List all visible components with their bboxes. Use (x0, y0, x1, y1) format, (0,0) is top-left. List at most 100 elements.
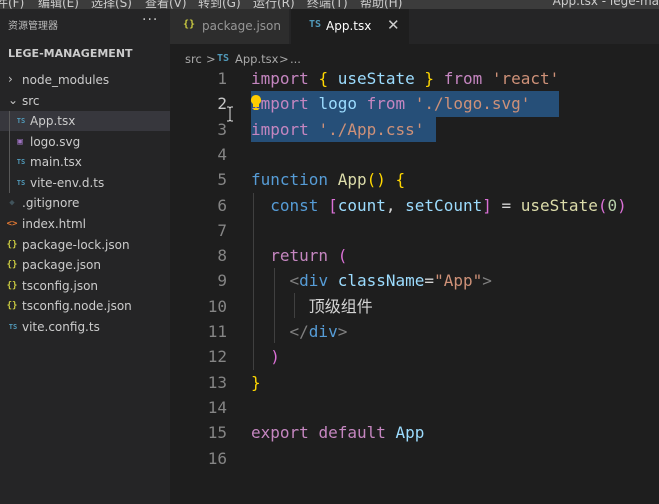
html-icon: <> (6, 219, 18, 229)
line-number: 8 (217, 246, 227, 266)
typescript-icon: TS (217, 53, 230, 64)
line-number: 3 (217, 119, 227, 139)
tree-item[interactable]: › node_modules (0, 70, 170, 90)
typescript-icon: TS (16, 158, 26, 166)
line-number: 6 (217, 195, 227, 215)
tree-item[interactable]: ▣ logo.svg (0, 132, 170, 152)
code-token: ) (270, 347, 280, 367)
code-token: const (270, 195, 319, 215)
line-number: 2 (217, 94, 227, 114)
tree-item-label: node_modules (22, 73, 110, 87)
code-text: import { useState } from 'react' (251, 66, 559, 91)
window-title: App.tsx - lege-ma (552, 0, 659, 8)
tree-item-label: tsconfig.json (22, 279, 99, 293)
svg-file-icon: ▣ (17, 137, 23, 147)
chevron-right-icon: > (279, 52, 289, 66)
lightbulb-icon[interactable] (249, 94, 263, 112)
tree-item[interactable]: ◆ .gitignore (0, 193, 170, 213)
tree-item[interactable]: TS vite.config.ts (0, 317, 170, 337)
tab-package-json[interactable]: {} package.json (170, 9, 289, 44)
menu-edit[interactable]: 编辑(E) (38, 0, 79, 9)
code-token: count (337, 195, 386, 215)
code-text: return ( (251, 243, 347, 268)
tree-item[interactable]: TS main.tsx (0, 152, 170, 172)
menu-help[interactable]: 帮助(H) (360, 0, 402, 9)
menu-run[interactable]: 运行(R) (253, 0, 295, 9)
tree-item[interactable]: ⌄ src (0, 91, 170, 111)
close-icon[interactable]: ✕ (387, 16, 400, 34)
code-text: const [count, setCount] = useState(0) (251, 193, 626, 218)
code-token: default (318, 423, 386, 443)
project-header[interactable]: LEGE-MANAGEMENT (0, 43, 170, 63)
json-icon: {} (6, 260, 18, 270)
tree-item[interactable]: {} package.json (0, 255, 170, 275)
breadcrumb: src > TS App.tsx > ... (170, 44, 659, 66)
tree-item[interactable]: TS vite-env.d.ts (0, 173, 170, 193)
explorer-title: 资源管理器 (8, 21, 58, 32)
tree-item-label: .gitignore (22, 196, 80, 210)
json-icon: {} (6, 301, 18, 311)
code-token: { (318, 69, 329, 88)
tree-item[interactable]: <> index.html (0, 214, 170, 234)
code-token: from (366, 94, 406, 114)
typescript-icon: TS (8, 323, 18, 331)
menu-view[interactable]: 查看(V) (145, 0, 187, 9)
code-token: > (337, 322, 348, 341)
tab-app-tsx[interactable]: TS App.tsx ✕ (291, 9, 409, 44)
tree-item[interactable]: {} package-lock.json (0, 235, 170, 255)
menu-terminal[interactable]: 终端(T) (307, 0, 348, 9)
typescript-icon: TS (16, 179, 26, 187)
line-number: 5 (217, 170, 227, 190)
tree-item[interactable]: {} tsconfig.json (0, 276, 170, 296)
breadcrumb-file[interactable]: App.tsx (235, 52, 278, 66)
menu-go[interactable]: 转到(G) (198, 0, 241, 9)
line-number: 16 (207, 448, 227, 468)
more-actions-icon[interactable]: ··· (142, 12, 158, 28)
tree-item-label: App.tsx (30, 114, 76, 128)
code-editor[interactable]: 1 import { useState } from 'react' 2 import… (170, 66, 659, 504)
chevron-right-icon[interactable]: › (8, 72, 13, 86)
code-token: { (395, 170, 406, 190)
line-number: 7 (217, 220, 227, 240)
code-token: import (251, 69, 309, 88)
code-text: ) (251, 344, 280, 369)
code-line: 9 <div className="App"> (170, 268, 659, 293)
code-line: 11 </div> (170, 319, 659, 344)
line-number: 10 (207, 296, 227, 316)
menu-file[interactable]: 件(F) (0, 0, 24, 9)
code-text: } (251, 370, 261, 395)
breadcrumb-folder[interactable]: src (185, 52, 202, 66)
code-token: from (443, 69, 483, 88)
menu-selection[interactable]: 选择(S) (91, 0, 132, 9)
code-token: return (270, 246, 329, 266)
json-icon: {} (6, 240, 18, 250)
code-text: export default App (251, 420, 424, 445)
code-line: 14 (170, 395, 659, 420)
tree-item[interactable]: TS App.tsx (0, 111, 170, 131)
code-token: App (337, 170, 367, 190)
code-token: "App" (434, 271, 483, 291)
code-token: div (308, 322, 338, 341)
code-token: ( (337, 246, 348, 266)
code-token: () (366, 170, 386, 190)
code-token: } (424, 69, 435, 88)
breadcrumb-symbol[interactable]: ... (290, 52, 301, 66)
line-number: 15 (207, 423, 227, 443)
tree-item[interactable]: {} tsconfig.node.json (0, 296, 170, 316)
tree-item-label: tsconfig.node.json (22, 299, 132, 313)
typescript-icon: TS (16, 117, 26, 125)
chevron-down-icon[interactable]: ⌄ (8, 93, 18, 107)
code-line: 3 import './App.css' (170, 117, 659, 142)
code-token: = (424, 271, 435, 291)
code-token: 'react' (491, 69, 560, 88)
chevron-right-icon: > (206, 52, 216, 66)
